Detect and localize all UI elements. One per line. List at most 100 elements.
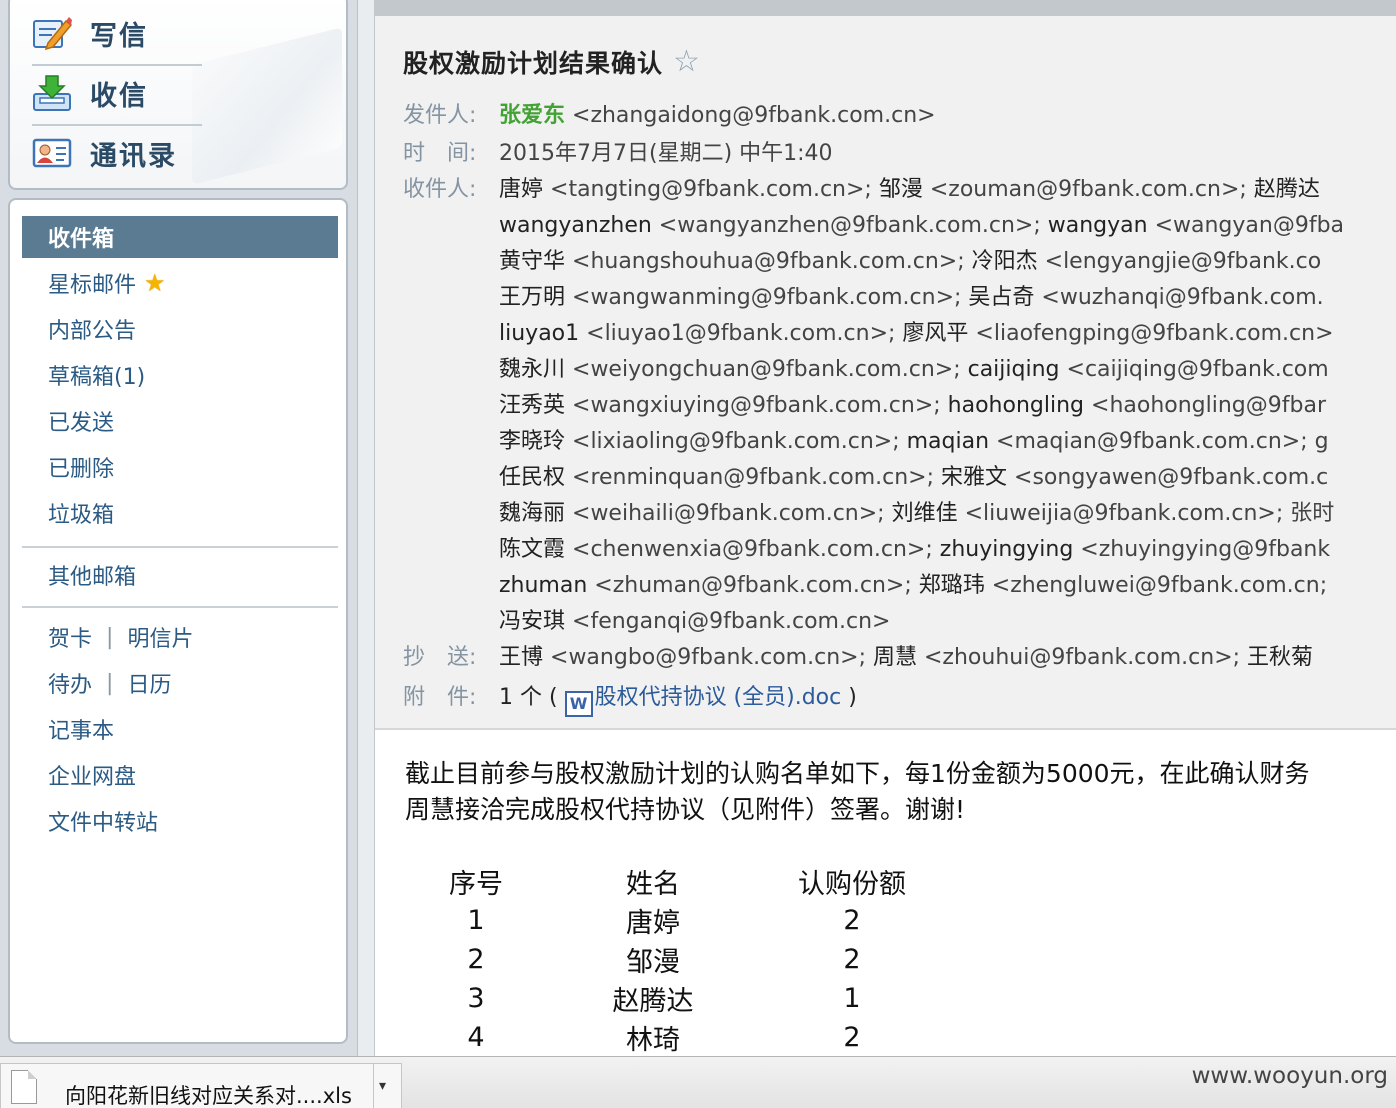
table-cell: 4 [467, 1022, 485, 1053]
attachment-link[interactable]: W 股权代持协议 (全员).doc [564, 685, 842, 717]
folder-other-mailboxes[interactable]: 其他邮箱 [22, 554, 338, 596]
recipient-name[interactable]: 邹漫 [879, 177, 923, 202]
star-outline-icon[interactable]: ☆ [673, 47, 700, 77]
recipient-name[interactable]: 冷阳杰 [972, 249, 1038, 274]
recipient-address: <zhengluwei@9fbank.com.cn; [984, 573, 1328, 598]
recipient-name[interactable]: haohongling [948, 393, 1084, 418]
from-label: 发件人: [403, 103, 477, 128]
recipient-name[interactable]: 刘维佳 [892, 501, 958, 526]
folder-label: 收件箱 [48, 227, 115, 252]
todo-link[interactable]: 待办 [48, 667, 92, 699]
sender-name[interactable]: 张爱东 [499, 103, 565, 128]
recipient-name[interactable]: wangyanzhen [499, 213, 652, 238]
star-icon: ★ [144, 269, 166, 297]
recipient-line: 魏永川 <weiyongchuan@9fbank.com.cn>; caijiq… [499, 352, 1329, 388]
recipient-address: <liuyao1@9fbank.com.cn>; [579, 321, 903, 346]
notepad-link[interactable]: 记事本 [22, 708, 338, 750]
file-icon [11, 1070, 37, 1104]
recipient-line: 魏海丽 <weihaili@9fbank.com.cn>; 刘维佳 <liuwe… [499, 496, 1334, 532]
folder-divider [22, 546, 338, 548]
recipient-name[interactable]: 魏海丽 [499, 501, 565, 526]
recipient-name[interactable]: 郑璐玮 [919, 573, 985, 598]
recipient-address: <liuweijia@9fbank.com.cn>; 张时 [957, 501, 1335, 526]
body-line: 截止目前参与股权激励计划的认购名单如下，每1份金额为5000元，在此确认财务 [405, 759, 1310, 788]
calendar-link[interactable]: 日历 [127, 667, 171, 699]
sidebar: 写信 收信 通讯录 收件箱 星标邮件 ★ 内部公告 草稿箱(1) 已发送 已删除… [0, 0, 358, 1056]
folder-trash[interactable]: 垃圾箱 [22, 492, 338, 534]
download-file-name: 向阳花新旧线对应关系对....xls [65, 1084, 352, 1108]
folder-inbox[interactable]: 收件箱 [22, 216, 338, 258]
to-label: 收件人: [403, 177, 477, 202]
folder-announcements[interactable]: 内部公告 [22, 308, 338, 350]
download-item[interactable]: 向阳花新旧线对应关系对....xls ▾ [0, 1063, 402, 1108]
time-row: 时 间: 2015年7月7日(星期二) 中午1:40 [403, 136, 833, 172]
recipient-name[interactable]: 唐婷 [499, 177, 543, 202]
cc-name[interactable]: 王秋菊 [1247, 645, 1313, 670]
recipient-name[interactable]: 李晓玲 [499, 429, 565, 454]
recipient-name[interactable]: 廖风平 [902, 321, 968, 346]
download-bar: 向阳花新旧线对应关系对....xls ▾ www.wooyun.org [0, 1056, 1396, 1108]
recipient-line: 冯安琪 <fenganqi@9fbank.com.cn> [499, 604, 890, 640]
folder-deleted[interactable]: 已删除 [22, 446, 338, 488]
recipient-name[interactable]: 黄守华 [499, 249, 565, 274]
word-doc-icon: W [564, 691, 593, 717]
postcard-link[interactable]: 明信片 [127, 621, 193, 653]
recipient-address: <songyawen@9fbank.com.c [1007, 465, 1329, 490]
contacts-label: 通讯录 [90, 140, 177, 172]
recipient-address: <zhuyingying@9fbank [1073, 537, 1331, 562]
tools-cards-row: 贺卡 | 明信片 [22, 616, 338, 658]
attachment-label: 附 件: [403, 685, 477, 710]
recipient-line: 王万明 <wangwanming@9fbank.com.cn>; 吴占奇 <wu… [499, 280, 1324, 316]
recipient-name[interactable]: zhuyingying [940, 537, 1074, 562]
cc-value: 王博 <wangbo@9fbank.com.cn>; 周慧 <zhouhui@9… [499, 640, 1313, 676]
folder-starred[interactable]: 星标邮件 ★ [22, 262, 338, 304]
dropdown-arrow-icon[interactable]: ▾ [379, 1078, 386, 1094]
recipient-line: 唐婷 <tangting@9fbank.com.cn>; 邹漫 <zouman@… [499, 172, 1320, 208]
folder-sent[interactable]: 已发送 [22, 400, 338, 442]
recipient-name[interactable]: zhuman [499, 573, 587, 598]
attachment-name: 股权代持协议 (全员).doc [594, 685, 842, 710]
recipient-name[interactable]: 汪秀英 [499, 393, 565, 418]
recipient-name[interactable]: 赵腾达 [1254, 177, 1320, 202]
recipient-name[interactable]: 陈文霞 [499, 537, 565, 562]
contacts-card-icon [32, 133, 72, 173]
sent-time: 2015年7月7日(星期二) 中午1:40 [499, 141, 833, 166]
table-cell: 2 [467, 944, 485, 975]
folder-drafts[interactable]: 草稿箱(1) [22, 354, 338, 396]
netdisk-link[interactable]: 企业网盘 [22, 754, 338, 796]
recipient-name[interactable]: 任民权 [499, 465, 565, 490]
email-subject: 股权激励计划结果确认 [403, 49, 664, 78]
cc-name[interactable]: 周慧 [873, 645, 917, 670]
recipient-name[interactable]: 王万明 [499, 285, 565, 310]
recipient-name[interactable]: 冯安琪 [499, 609, 565, 634]
top-bar [375, 0, 1396, 16]
folder-label: 星标邮件 [48, 273, 137, 298]
recipient-line: 李晓玲 <lixiaoling@9fbank.com.cn>; maqian <… [499, 424, 1329, 460]
download-divider [373, 1064, 374, 1108]
contacts-button[interactable]: 通讯录 [32, 124, 202, 182]
compose-button[interactable]: 写信 [32, 4, 202, 62]
recipient-name[interactable]: caijiqing [968, 357, 1060, 382]
receive-label: 收信 [90, 80, 148, 112]
cc-address: <zhouhui@9fbank.com.cn>; [917, 645, 1248, 670]
folder-label: 垃圾箱 [48, 503, 115, 528]
recipient-name[interactable]: 吴占奇 [968, 285, 1034, 310]
file-transfer-link[interactable]: 文件中转站 [22, 800, 338, 842]
recipient-line: 黄守华 <huangshouhua@9fbank.com.cn>; 冷阳杰 <l… [499, 244, 1321, 280]
recipient-name[interactable]: liuyao1 [499, 321, 579, 346]
recipient-name[interactable]: 宋雅文 [941, 465, 1007, 490]
recipient-name[interactable]: maqian [907, 429, 989, 454]
recipient-name[interactable]: wangyan [1048, 213, 1148, 238]
recipient-address: <wangwanming@9fbank.com.cn>; [565, 285, 969, 310]
table-row: 2 邹漫 2 [417, 940, 933, 979]
folder-panel: 收件箱 星标邮件 ★ 内部公告 草稿箱(1) 已发送 已删除 垃圾箱 其他邮箱 … [8, 198, 348, 1044]
cc-name[interactable]: 王博 [499, 645, 543, 670]
receive-button[interactable]: 收信 [32, 64, 202, 122]
table-cell: 3 [467, 983, 485, 1014]
table-cell: 1 [467, 905, 485, 936]
sender-address: <zhangaidong@9fbank.com.cn> [565, 103, 936, 128]
greeting-card-link[interactable]: 贺卡 [48, 621, 92, 653]
recipient-address: <zhuman@9fbank.com.cn>; [587, 573, 919, 598]
recipient-name[interactable]: 魏永川 [499, 357, 565, 382]
table-cell: 赵腾达 [612, 986, 694, 1017]
